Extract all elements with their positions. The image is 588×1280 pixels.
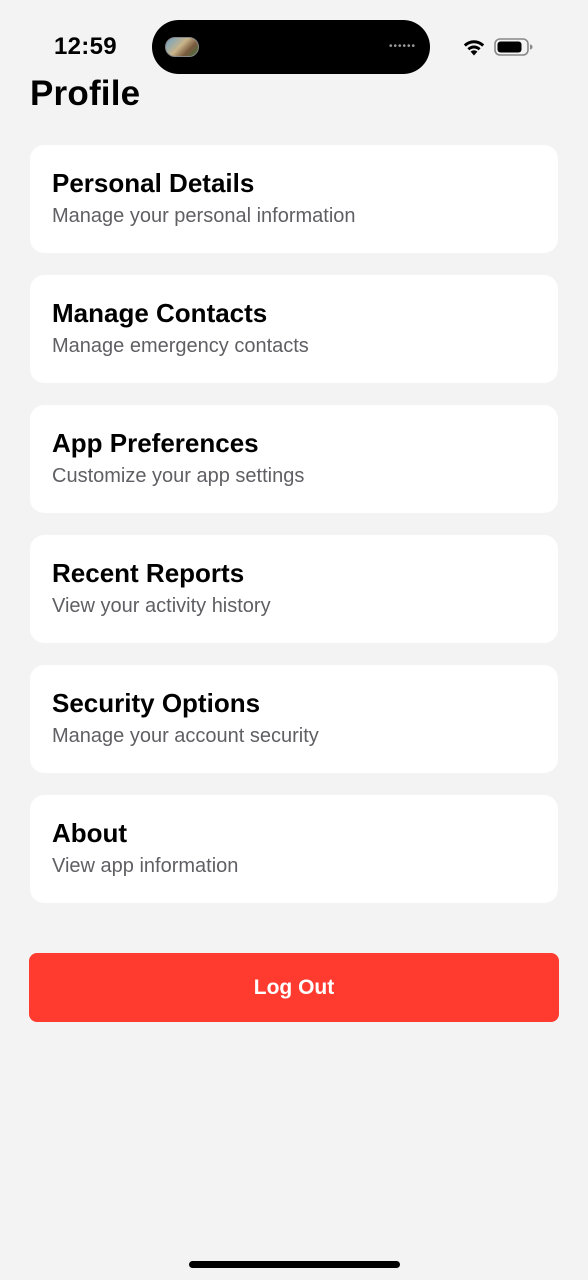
menu-item-subtitle: Manage your account security xyxy=(52,725,319,747)
menu-item-recent-reports[interactable]: Recent Reports View your activity histor… xyxy=(30,535,558,643)
dynamic-island[interactable]: •••••• xyxy=(152,20,430,74)
menu-item-title: Manage Contacts xyxy=(52,298,268,328)
menu-item-title: App Preferences xyxy=(52,428,259,458)
menu-item-security-options[interactable]: Security Options Manage your account sec… xyxy=(30,665,558,773)
menu-item-title: Recent Reports xyxy=(52,558,245,588)
menu-item-personal-details[interactable]: Personal Details Manage your personal in… xyxy=(30,145,558,253)
page-title: Profile xyxy=(30,74,141,113)
wifi-icon xyxy=(463,40,485,56)
menu-item-subtitle: Manage emergency contacts xyxy=(52,335,309,357)
logout-button[interactable]: Log Out xyxy=(29,953,559,1022)
menu-item-app-preferences[interactable]: App Preferences Customize your app setti… xyxy=(30,405,558,513)
status-time: 12:59 xyxy=(54,33,117,60)
profile-menu: Personal Details Manage your personal in… xyxy=(30,145,558,903)
menu-item-subtitle: Customize your app settings xyxy=(52,465,305,487)
menu-item-title: Security Options xyxy=(52,688,261,718)
home-indicator[interactable] xyxy=(189,1261,400,1268)
live-activity-thumbnail[interactable] xyxy=(165,37,199,57)
menu-item-manage-contacts[interactable]: Manage Contacts Manage emergency contact… xyxy=(30,275,558,383)
menu-item-about[interactable]: About View app information xyxy=(30,795,558,903)
menu-item-title: Personal Details xyxy=(52,168,255,198)
menu-item-title: About xyxy=(52,818,128,848)
menu-item-subtitle: Manage your personal information xyxy=(52,205,356,227)
menu-item-subtitle: View app information xyxy=(52,855,239,877)
island-activity-indicator: •••••• xyxy=(388,41,416,52)
menu-item-subtitle: View your activity history xyxy=(52,595,271,617)
battery-icon xyxy=(494,38,533,56)
